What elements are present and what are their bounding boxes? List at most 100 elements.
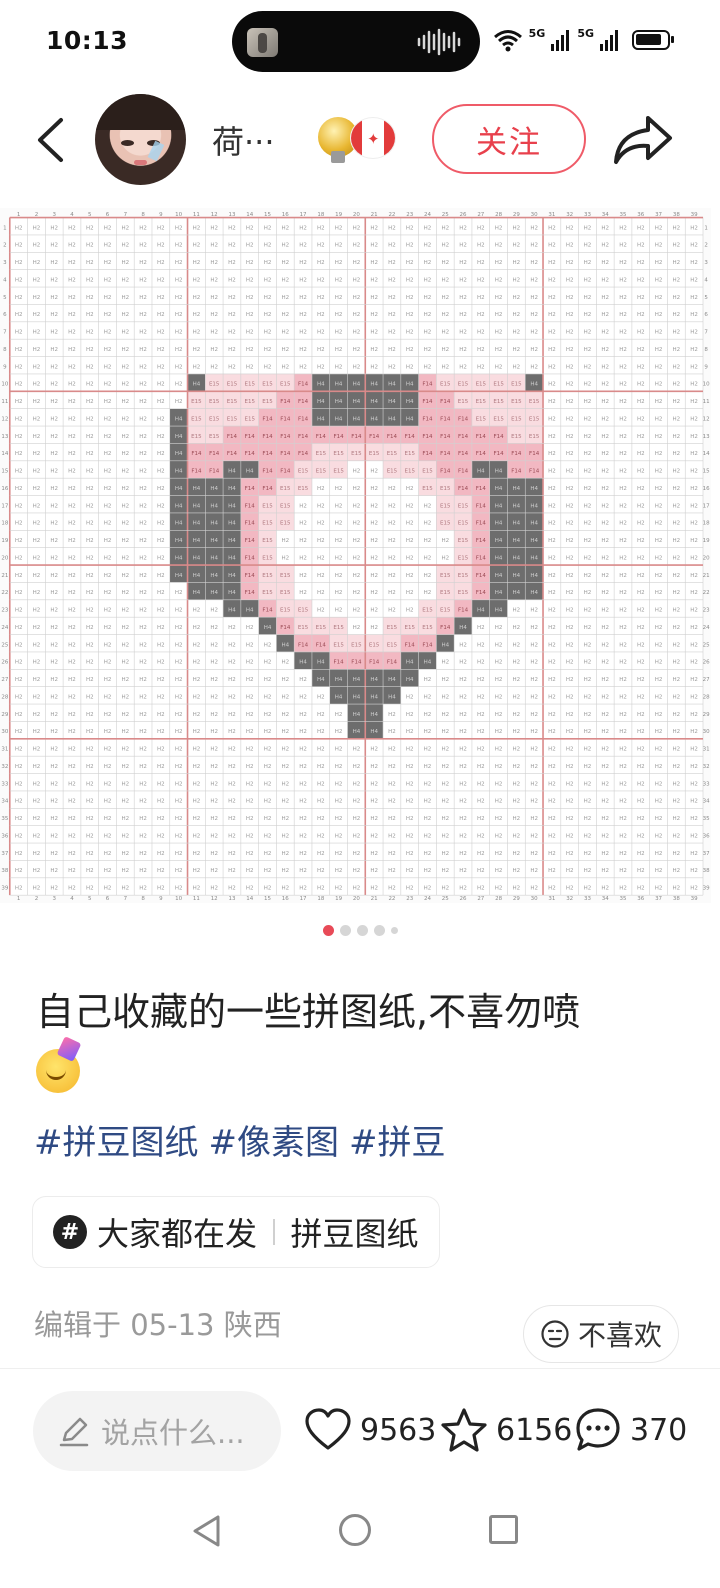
svg-text:H2: H2 — [86, 538, 94, 544]
svg-text:H2: H2 — [121, 486, 129, 492]
svg-text:H2: H2 — [459, 243, 467, 249]
svg-text:16: 16 — [703, 486, 710, 492]
svg-text:F14: F14 — [369, 660, 380, 666]
svg-text:H2: H2 — [655, 382, 663, 388]
svg-text:H2: H2 — [317, 833, 325, 839]
svg-text:H2: H2 — [299, 868, 307, 874]
svg-text:H2: H2 — [370, 486, 378, 492]
svg-text:H2: H2 — [530, 225, 538, 231]
svg-text:H2: H2 — [86, 799, 94, 805]
svg-text:H2: H2 — [246, 799, 254, 805]
dynamic-island[interactable] — [232, 11, 480, 72]
svg-text:H2: H2 — [104, 625, 112, 631]
comment-input[interactable]: 说点什么... — [33, 1391, 281, 1471]
svg-text:H2: H2 — [33, 451, 41, 457]
svg-text:H2: H2 — [104, 868, 112, 874]
svg-text:H2: H2 — [601, 277, 609, 283]
svg-text:H2: H2 — [157, 521, 165, 527]
topic-chip[interactable]: # 大家都在发 拼豆图纸 — [32, 1196, 440, 1268]
svg-text:H2: H2 — [353, 833, 361, 839]
svg-text:17: 17 — [703, 503, 710, 509]
svg-text:H2: H2 — [228, 277, 236, 283]
svg-text:12: 12 — [1, 416, 8, 422]
svg-text:H2: H2 — [68, 434, 76, 440]
follow-button[interactable]: 关注 — [432, 104, 586, 174]
svg-text:H2: H2 — [68, 694, 76, 700]
svg-text:H2: H2 — [121, 243, 129, 249]
svg-text:H2: H2 — [424, 868, 432, 874]
svg-text:H2: H2 — [157, 799, 165, 805]
svg-text:H2: H2 — [121, 677, 129, 683]
svg-text:17: 17 — [300, 212, 307, 218]
author-badges[interactable]: ✦ — [316, 111, 402, 165]
svg-text:H2: H2 — [121, 625, 129, 631]
svg-text:H2: H2 — [50, 694, 58, 700]
tag-link[interactable]: #像素图 — [209, 1115, 340, 1164]
svg-text:H4: H4 — [353, 399, 361, 405]
svg-text:H2: H2 — [690, 781, 698, 787]
favorite-button[interactable]: 6156 — [440, 1400, 572, 1460]
svg-text:H2: H2 — [601, 382, 609, 388]
svg-text:H2: H2 — [317, 277, 325, 283]
svg-text:H2: H2 — [68, 851, 76, 857]
svg-text:38: 38 — [673, 896, 680, 902]
svg-text:H2: H2 — [424, 677, 432, 683]
tag-link[interactable]: #拼豆图纸 — [34, 1115, 199, 1164]
svg-text:H2: H2 — [637, 833, 645, 839]
svg-text:H2: H2 — [441, 538, 449, 544]
svg-text:H2: H2 — [86, 712, 94, 718]
svg-text:H2: H2 — [619, 590, 627, 596]
svg-text:H2: H2 — [388, 764, 396, 770]
svg-text:H4: H4 — [513, 486, 521, 492]
svg-text:H2: H2 — [566, 608, 574, 614]
svg-text:H2: H2 — [690, 677, 698, 683]
svg-text:E15: E15 — [244, 399, 255, 405]
svg-text:H2: H2 — [424, 277, 432, 283]
svg-text:F14: F14 — [494, 451, 505, 457]
svg-text:E15: E15 — [440, 521, 451, 527]
nav-back-icon[interactable] — [190, 1514, 224, 1548]
svg-text:H2: H2 — [264, 243, 272, 249]
svg-text:H2: H2 — [86, 347, 94, 353]
svg-text:H2: H2 — [228, 364, 236, 370]
svg-text:H2: H2 — [210, 781, 218, 787]
dislike-button[interactable]: 不喜欢 — [523, 1305, 679, 1363]
tag-link[interactable]: #拼豆 — [349, 1115, 446, 1164]
svg-text:H2: H2 — [86, 399, 94, 405]
comment-button[interactable]: 370 — [574, 1400, 687, 1460]
svg-text:H2: H2 — [15, 747, 23, 753]
svg-text:E15: E15 — [298, 469, 309, 475]
svg-text:H2: H2 — [637, 816, 645, 822]
svg-text:H2: H2 — [175, 694, 183, 700]
svg-text:H2: H2 — [86, 469, 94, 475]
svg-text:F14: F14 — [351, 660, 362, 666]
nav-home-icon[interactable] — [339, 1514, 371, 1546]
svg-text:E15: E15 — [387, 451, 398, 457]
author-username[interactable]: 荷··· — [212, 117, 275, 163]
svg-text:H2: H2 — [513, 747, 521, 753]
svg-text:H2: H2 — [335, 851, 343, 857]
svg-text:H2: H2 — [673, 816, 681, 822]
post-image-pattern[interactable]: H2 H2 H2 H2 H2 H2 H2 H2 H2 H2 H2 H2 H2 H2 H2 H2 H2 H2 H2 H2… — [0, 208, 711, 903]
svg-text:H2: H2 — [228, 851, 236, 857]
back-button[interactable] — [30, 114, 70, 166]
svg-text:H2: H2 — [584, 555, 592, 561]
svg-text:H2: H2 — [548, 608, 556, 614]
svg-text:H2: H2 — [584, 399, 592, 405]
svg-text:H2: H2 — [228, 764, 236, 770]
svg-text:H2: H2 — [584, 451, 592, 457]
svg-text:H2: H2 — [566, 712, 574, 718]
svg-text:H2: H2 — [406, 347, 414, 353]
share-button[interactable] — [612, 112, 674, 168]
svg-text:H4: H4 — [193, 503, 201, 509]
svg-text:H2: H2 — [424, 538, 432, 544]
nav-recent-apps-icon[interactable] — [489, 1515, 518, 1544]
like-button[interactable]: 9563 — [304, 1400, 436, 1460]
svg-text:H2: H2 — [619, 694, 627, 700]
svg-text:H2: H2 — [317, 764, 325, 770]
svg-text:H2: H2 — [299, 312, 307, 318]
svg-text:H2: H2 — [246, 694, 254, 700]
svg-text:H2: H2 — [495, 886, 503, 892]
svg-text:H2: H2 — [33, 295, 41, 301]
author-avatar[interactable] — [95, 94, 186, 185]
